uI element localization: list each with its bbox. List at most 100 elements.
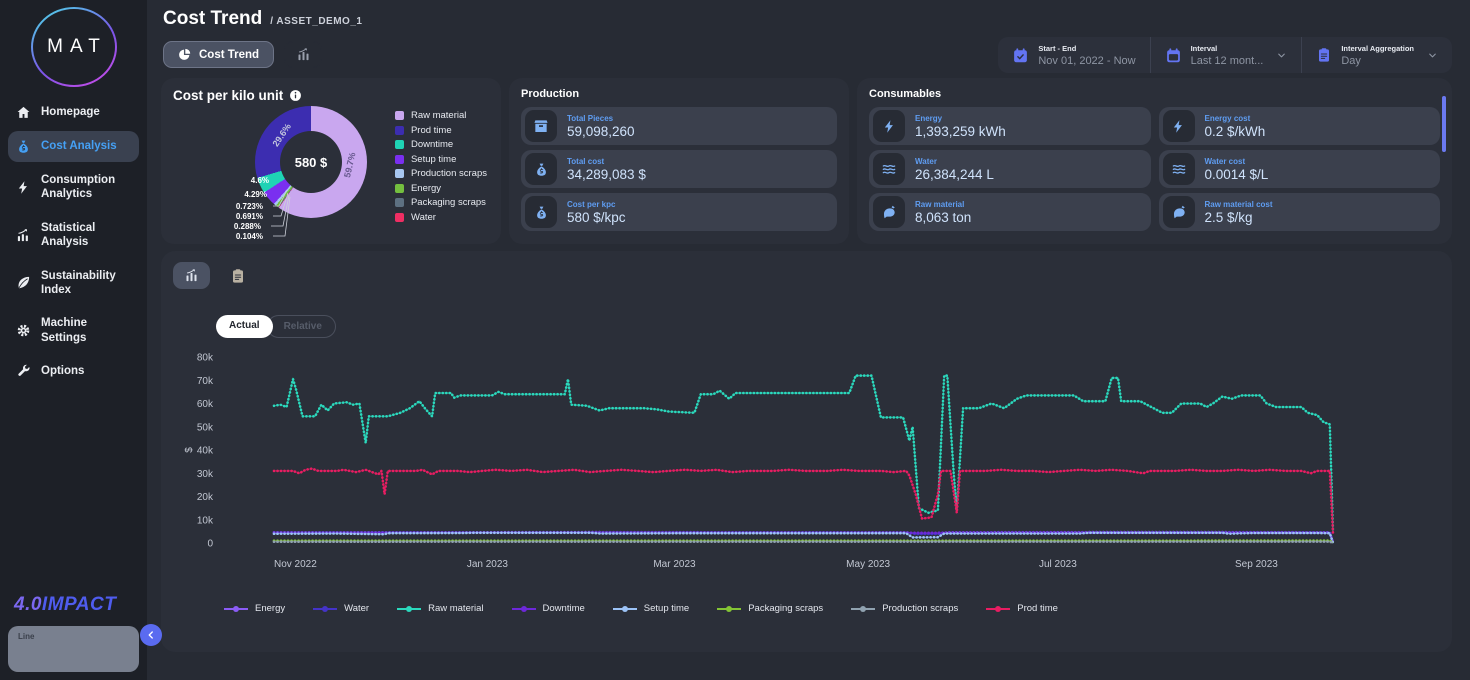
stat-row[interactable]: Energy cost 0.2 $/kWh bbox=[1159, 107, 1441, 145]
tab-label: Cost Trend bbox=[199, 49, 259, 61]
legend-label: Water bbox=[344, 603, 369, 614]
poultry-icon bbox=[873, 196, 905, 228]
relative-toggle[interactable]: Relative bbox=[267, 315, 336, 338]
stat-label: Raw material bbox=[915, 200, 971, 209]
stat-label: Energy cost bbox=[1205, 114, 1266, 123]
trend-line-chart[interactable]: 010k20k30k40k50k60k70k80k$Nov 2022Jan 20… bbox=[161, 346, 1451, 581]
info-icon[interactable] bbox=[289, 89, 302, 102]
donut-label-water: 0.104% bbox=[229, 232, 263, 241]
legend-swatch bbox=[395, 213, 404, 222]
production-card: Production Total Pieces 59,098,260 Total… bbox=[509, 78, 849, 244]
trend-legend-item-downtime[interactable]: Downtime bbox=[511, 603, 585, 614]
trend-legend-item-energy[interactable]: Energy bbox=[223, 603, 285, 614]
trend-legend-item-water[interactable]: Water bbox=[312, 603, 369, 614]
y-axis-title: $ bbox=[184, 447, 195, 453]
legend-line-swatch bbox=[396, 604, 422, 614]
kpi-cards-row: Cost per kilo unit 580 $ 59.7% 29.6% 4.6… bbox=[161, 78, 1452, 244]
legend-label: Downtime bbox=[411, 139, 453, 150]
y-tick-label: 40k bbox=[197, 446, 214, 457]
sidebar-item-label: Cost Analysis bbox=[41, 139, 117, 153]
trend-legend-item-production-scraps[interactable]: Production scraps bbox=[850, 603, 958, 614]
gear-icon bbox=[16, 323, 32, 338]
tab-chart-view[interactable] bbox=[284, 41, 322, 68]
stat-label: Energy bbox=[915, 114, 1006, 123]
bolt-icon bbox=[873, 110, 905, 142]
donut-legend-item: Water bbox=[395, 212, 487, 223]
clipboard-icon bbox=[230, 268, 246, 284]
consumables-card: Consumables Energy 1,393,259 kWh Energy … bbox=[857, 78, 1452, 244]
interval-control[interactable]: Interval Last 12 mont... bbox=[1150, 37, 1302, 73]
y-tick-label: 80k bbox=[197, 353, 214, 364]
main-content: Cost Trend / ASSET_DEMO_1 Cost Trend Sta… bbox=[147, 0, 1470, 680]
legend-label: Prod time bbox=[1017, 603, 1058, 614]
line-select[interactable]: Line bbox=[8, 626, 139, 672]
donut-legend-item: Packaging scraps bbox=[395, 197, 487, 208]
legend-line-swatch bbox=[312, 604, 338, 614]
stat-row[interactable]: Water cost 0.0014 $/L bbox=[1159, 150, 1441, 188]
sidebar-collapse-button[interactable] bbox=[140, 624, 162, 646]
chevron-down-icon bbox=[1427, 50, 1438, 61]
water-icon bbox=[873, 153, 905, 185]
stat-row[interactable]: Raw material cost 2.5 $/kg bbox=[1159, 193, 1441, 231]
x-tick-label: May 2023 bbox=[846, 559, 890, 570]
sidebar-item-consumption-analytics[interactable]: Consumption Analytics bbox=[8, 165, 139, 210]
sidebar-item-cost-analysis[interactable]: Cost Analysis bbox=[8, 131, 139, 162]
stat-row[interactable]: Energy 1,393,259 kWh bbox=[869, 107, 1151, 145]
sidebar-item-machine-settings[interactable]: Machine Settings bbox=[8, 308, 139, 353]
legend-line-swatch bbox=[511, 604, 537, 614]
sidebar-item-statistical-analysis[interactable]: Statistical Analysis bbox=[8, 213, 139, 258]
trend-panel: Actual Relative 010k20k30k40k50k60k70k80… bbox=[161, 251, 1452, 652]
series-dots-prod-time bbox=[274, 469, 1333, 534]
stat-value: 580 $/kpc bbox=[567, 210, 626, 225]
aggregation-value: Day bbox=[1341, 55, 1414, 67]
stat-label: Raw material cost bbox=[1205, 200, 1273, 209]
sidebar-item-sustainability-index[interactable]: Sustainability Index bbox=[8, 261, 139, 306]
calendar-check-icon bbox=[1012, 47, 1029, 64]
header-controls: Start - End Nov 01, 2022 - Now Interval … bbox=[998, 37, 1452, 73]
legend-swatch bbox=[395, 126, 404, 135]
poultry-icon bbox=[1163, 196, 1195, 228]
legend-line-swatch bbox=[223, 604, 249, 614]
cost-per-kilo-title: Cost per kilo unit bbox=[173, 88, 283, 103]
trend-legend-item-setup-time[interactable]: Setup time bbox=[612, 603, 689, 614]
legend-line-swatch bbox=[985, 604, 1011, 614]
date-range-control[interactable]: Start - End Nov 01, 2022 - Now bbox=[998, 37, 1149, 73]
tab-cost-trend[interactable]: Cost Trend bbox=[163, 41, 274, 68]
bolt-icon bbox=[1163, 110, 1195, 142]
stat-row[interactable]: Raw material 8,063 ton bbox=[869, 193, 1151, 231]
legend-line-swatch bbox=[716, 604, 742, 614]
consumables-scrollbar[interactable] bbox=[1442, 96, 1446, 152]
legend-swatch bbox=[395, 184, 404, 193]
sidebar-item-label: Sustainability Index bbox=[41, 269, 131, 298]
calendar-icon bbox=[1165, 47, 1182, 64]
stat-row[interactable]: Total cost 34,289,083 $ bbox=[521, 150, 837, 188]
legend-label: Raw material bbox=[428, 603, 483, 614]
donut-legend-item: Prod time bbox=[395, 125, 487, 136]
y-tick-label: 10k bbox=[197, 515, 214, 526]
sidebar-item-label: Consumption Analytics bbox=[41, 173, 131, 202]
interval-value: Last 12 mont... bbox=[1191, 55, 1264, 67]
aggregation-control[interactable]: Interval Aggregation Day bbox=[1301, 37, 1452, 73]
package-icon bbox=[525, 110, 557, 142]
stat-row[interactable]: Total Pieces 59,098,260 bbox=[521, 107, 837, 145]
stat-row[interactable]: Cost per kpc 580 $/kpc bbox=[521, 193, 837, 231]
stat-row[interactable]: Water 26,384,244 L bbox=[869, 150, 1151, 188]
cost-per-kilo-card: Cost per kilo unit 580 $ 59.7% 29.6% 4.6… bbox=[161, 78, 501, 244]
sidebar-item-options[interactable]: Options bbox=[8, 356, 139, 387]
legend-line-swatch bbox=[612, 604, 638, 614]
legend-label: Setup time bbox=[411, 154, 456, 165]
sidebar-item-homepage[interactable]: Homepage bbox=[8, 97, 139, 128]
sidebar-item-label: Options bbox=[41, 364, 84, 378]
stat-value: 26,384,244 L bbox=[915, 167, 994, 182]
legend-line-swatch bbox=[850, 604, 876, 614]
mat-logo: MAT bbox=[31, 7, 117, 87]
trend-legend-item-packaging-scraps[interactable]: Packaging scraps bbox=[716, 603, 823, 614]
trend-legend-item-raw-material[interactable]: Raw material bbox=[396, 603, 483, 614]
donut-legend-item: Downtime bbox=[395, 139, 487, 150]
stat-label: Water bbox=[915, 157, 994, 166]
table-view-button[interactable] bbox=[223, 264, 253, 288]
trend-legend-item-prod-time[interactable]: Prod time bbox=[985, 603, 1058, 614]
actual-toggle[interactable]: Actual bbox=[216, 315, 273, 338]
chart-view-button[interactable] bbox=[173, 262, 210, 289]
y-tick-label: 50k bbox=[197, 422, 214, 433]
